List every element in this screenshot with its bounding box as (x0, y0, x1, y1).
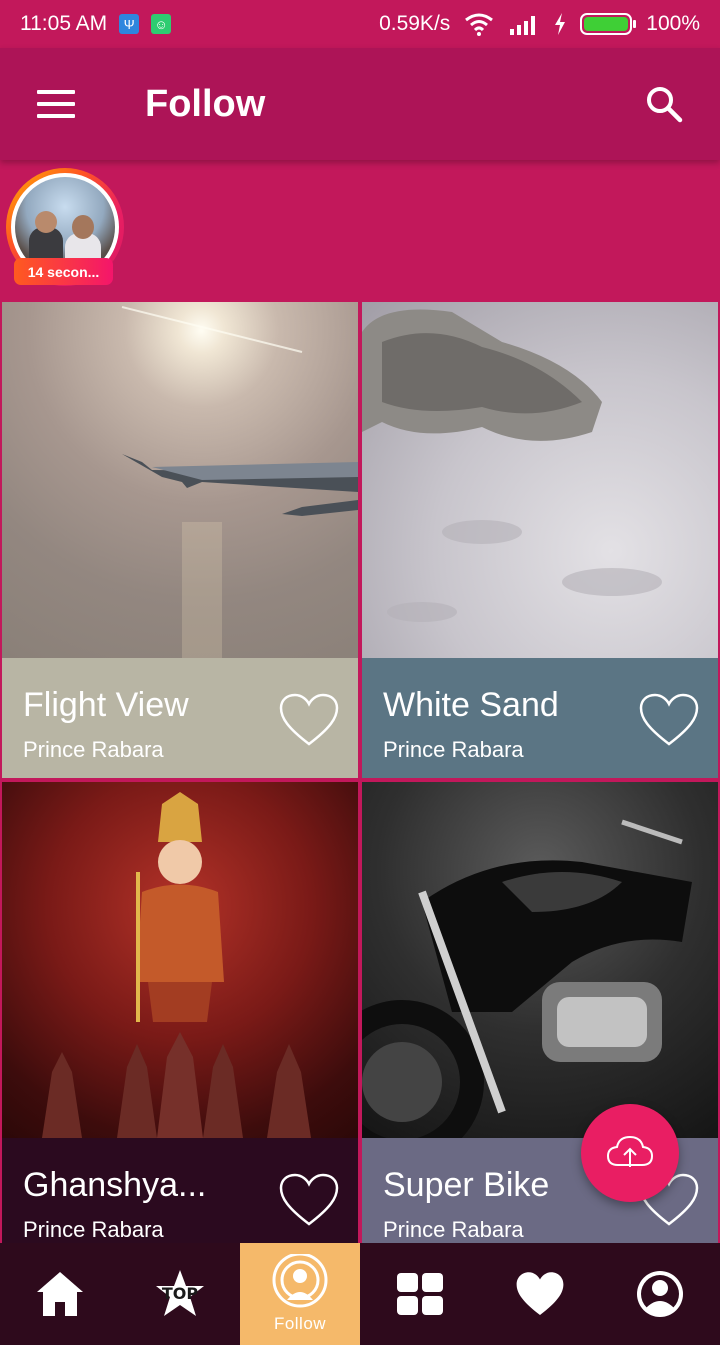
battery-percent: 100% (646, 12, 700, 35)
battery-fill (584, 17, 629, 31)
post-card[interactable]: Ghanshya... Prince Rabara (2, 782, 358, 1258)
post-footer: White Sand Prince Rabara (362, 658, 718, 778)
battery-icon (580, 13, 637, 35)
nav-follow[interactable]: Follow (240, 1243, 360, 1345)
grid-icon (397, 1273, 443, 1315)
cloud-upload-icon (606, 1135, 654, 1167)
hamburger-menu-icon (37, 90, 75, 118)
nav-categories[interactable] (360, 1243, 480, 1345)
search-icon (647, 87, 683, 123)
nav-home[interactable] (0, 1243, 120, 1345)
post-image[interactable] (2, 302, 358, 658)
white-sand-illustration (362, 309, 662, 622)
top-badge-text: TOP (162, 1284, 199, 1303)
status-time: 11:05 AM (20, 12, 108, 35)
wifi-icon (465, 13, 494, 36)
motorcycle-illustration (362, 819, 692, 1164)
bottom-nav: TOP Follow (0, 1243, 720, 1345)
flight-view-illustration (121, 306, 358, 658)
top-star-icon: TOP (156, 1270, 204, 1316)
post-card[interactable]: White Sand Prince Rabara (362, 302, 718, 778)
signal-icon (510, 16, 536, 35)
post-card[interactable]: Flight View Prince Rabara (2, 302, 358, 778)
status-bar: 11:05 AM Ψ ☺ 0.59K/s 100% (0, 0, 720, 48)
profile-icon (637, 1271, 683, 1317)
android-icon: ☺ (151, 14, 172, 34)
nav-profile[interactable] (600, 1243, 720, 1345)
network-speed: 0.59K/s (379, 12, 451, 35)
deity-temple-illustration (42, 792, 311, 1138)
post-footer: Ghanshya... Prince Rabara (2, 1138, 358, 1258)
charging-icon (555, 13, 566, 35)
upload-fab-button[interactable] (581, 1104, 679, 1202)
page-title: Follow (145, 82, 266, 125)
post-footer: Flight View Prince Rabara (2, 658, 358, 778)
post-image[interactable] (362, 782, 718, 1164)
status-left: 11:05 AM Ψ ☺ (20, 12, 172, 36)
search-button[interactable] (608, 48, 720, 160)
post-image[interactable] (362, 302, 718, 658)
usb-icon: Ψ (119, 14, 140, 34)
home-icon (37, 1272, 83, 1316)
app-bar: Follow (0, 48, 720, 160)
menu-button[interactable] (0, 48, 112, 160)
status-right: 0.59K/s 100% (379, 12, 700, 36)
post-image[interactable] (2, 782, 358, 1138)
heart-icon[interactable] (638, 692, 700, 748)
story-time-badge: 14 secon... (14, 258, 113, 285)
heart-icon[interactable] (278, 692, 340, 748)
nav-top[interactable]: TOP (120, 1243, 240, 1345)
stories-bar: 14 secon... (0, 160, 720, 302)
heart-icon[interactable] (278, 1172, 340, 1228)
heart-icon (516, 1272, 564, 1315)
follow-broadcast-icon (272, 1254, 328, 1308)
nav-favorites[interactable] (480, 1243, 600, 1345)
nav-follow-label: Follow (273, 1314, 327, 1333)
